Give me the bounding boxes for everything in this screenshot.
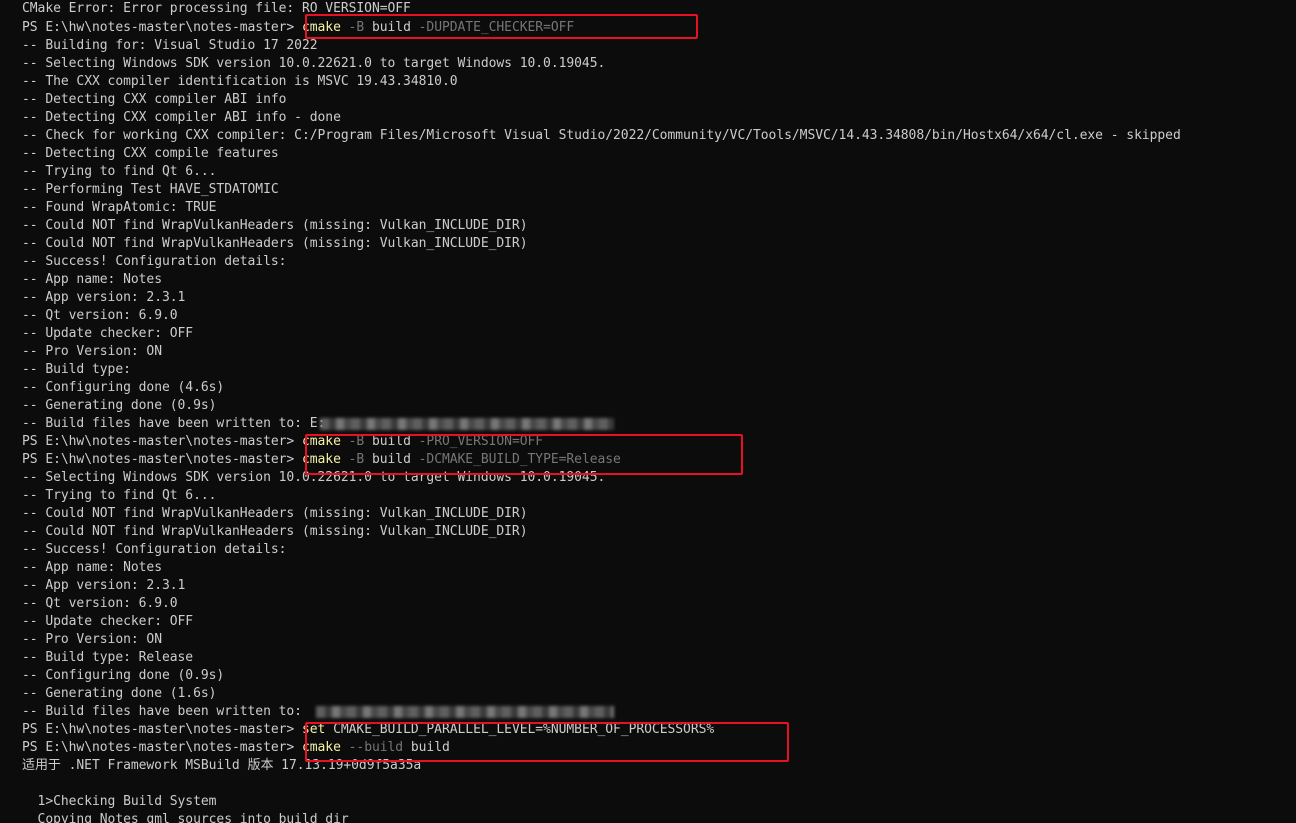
output-line: -- Build type: Release [22,650,194,665]
output-line: -- Trying to find Qt 6... [22,488,217,503]
output-line: -- Configuring done (0.9s) [22,668,225,683]
output-line: -- App name: Notes [22,560,162,575]
prompt-text: PS E:\hw\notes-master\notes-master> [22,20,302,35]
output-line: -- Build type: [22,362,131,377]
output-line: -- Build files have been written to: E: [22,416,326,431]
prompt-line: PS E:\hw\notes-master\notes-master> set … [22,721,714,739]
output-line: -- Pro Version: ON [22,344,162,359]
prompt-text: PS E:\hw\notes-master\notes-master> [22,452,302,467]
output-line: -- Configuring done (4.6s) [22,380,225,395]
prompt-text: PS E:\hw\notes-master\notes-master> [22,722,302,737]
output-line: -- Could NOT find WrapVulkanHeaders (mis… [22,524,528,539]
output-line: -- Detecting CXX compiler ABI info [22,92,287,107]
output-line: -- App version: 2.3.1 [22,290,186,305]
redacted-path [320,418,614,430]
output-line: -- Selecting Windows SDK version 10.0.22… [22,56,606,71]
output-line: -- Trying to find Qt 6... [22,164,217,179]
command-arg: CMAKE_BUILD_PARALLEL_LEVEL=%NUMBER_OF_PR… [325,722,715,737]
output-line: -- Qt version: 6.9.0 [22,308,178,323]
output-line: -- Update checker: OFF [22,326,194,341]
output-line: -- Building for: Visual Studio 17 2022 [22,38,318,53]
command-name: set [301,722,326,737]
command-arg: build [371,452,411,467]
command-arg: build [371,20,411,35]
command-name: cmake [301,434,341,449]
command-arg: build [371,434,411,449]
output-line: -- Check for working CXX compiler: C:/Pr… [22,128,1181,143]
prompt-text: PS E:\hw\notes-master\notes-master> [22,434,302,449]
output-line: 1>Checking Build System [22,794,217,809]
output-line: -- Could NOT find WrapVulkanHeaders (mis… [22,218,528,233]
prompt-line: PS E:\hw\notes-master\notes-master> cmak… [22,19,574,37]
output-line: -- Pro Version: ON [22,632,162,647]
prompt-line: PS E:\hw\notes-master\notes-master> cmak… [22,433,543,451]
output-line: -- Could NOT find WrapVulkanHeaders (mis… [22,506,528,521]
prompt-line: PS E:\hw\notes-master\notes-master> cmak… [22,451,621,469]
command-flag: -B [340,434,372,449]
output-line: -- Build files have been written to: [22,704,302,719]
output-line: -- Selecting Windows SDK version 10.0.22… [22,470,606,485]
output-line: -- Detecting CXX compile features [22,146,279,161]
command-arg: build [410,740,450,755]
output-line: -- Found WrapAtomic: TRUE [22,200,217,215]
output-line: -- Qt version: 6.9.0 [22,596,178,611]
output-line: -- Performing Test HAVE_STDATOMIC [22,182,279,197]
terminal-window[interactable]: CMake Error: Error processing file: RO_V… [0,0,1296,823]
output-line: -- The CXX compiler identification is MS… [22,74,458,89]
output-line: CMake Error: Error processing file: RO_V… [22,1,411,16]
output-line: -- App version: 2.3.1 [22,578,186,593]
prompt-line: PS E:\hw\notes-master\notes-master> cmak… [22,739,450,757]
command-flag: --build [340,740,411,755]
output-line: 适用于 .NET Framework MSBuild 版本 17.13.19+0… [22,758,422,773]
output-line: -- Generating done (0.9s) [22,398,217,413]
output-line: -- Update checker: OFF [22,614,194,629]
prompt-text: PS E:\hw\notes-master\notes-master> [22,740,302,755]
output-line: -- Success! Configuration details: [22,254,287,269]
command-flag: -DCMAKE_BUILD_TYPE=Release [410,452,621,467]
output-line: -- Detecting CXX compiler ABI info - don… [22,110,341,125]
output-line: -- Success! Configuration details: [22,542,287,557]
output-line: -- Could NOT find WrapVulkanHeaders (mis… [22,236,528,251]
command-flag: -B [340,20,372,35]
command-flag: -B [340,452,372,467]
output-line: -- Generating done (1.6s) [22,686,217,701]
command-name: cmake [301,452,341,467]
command-flag: -PRO_VERSION=OFF [410,434,544,449]
redacted-path [316,706,614,718]
command-name: cmake [301,20,341,35]
output-line: Copying Notes qml sources into build dir [22,812,349,823]
output-line: -- App name: Notes [22,272,162,287]
command-flag: -DUPDATE_CHECKER=OFF [410,20,575,35]
command-name: cmake [301,740,341,755]
